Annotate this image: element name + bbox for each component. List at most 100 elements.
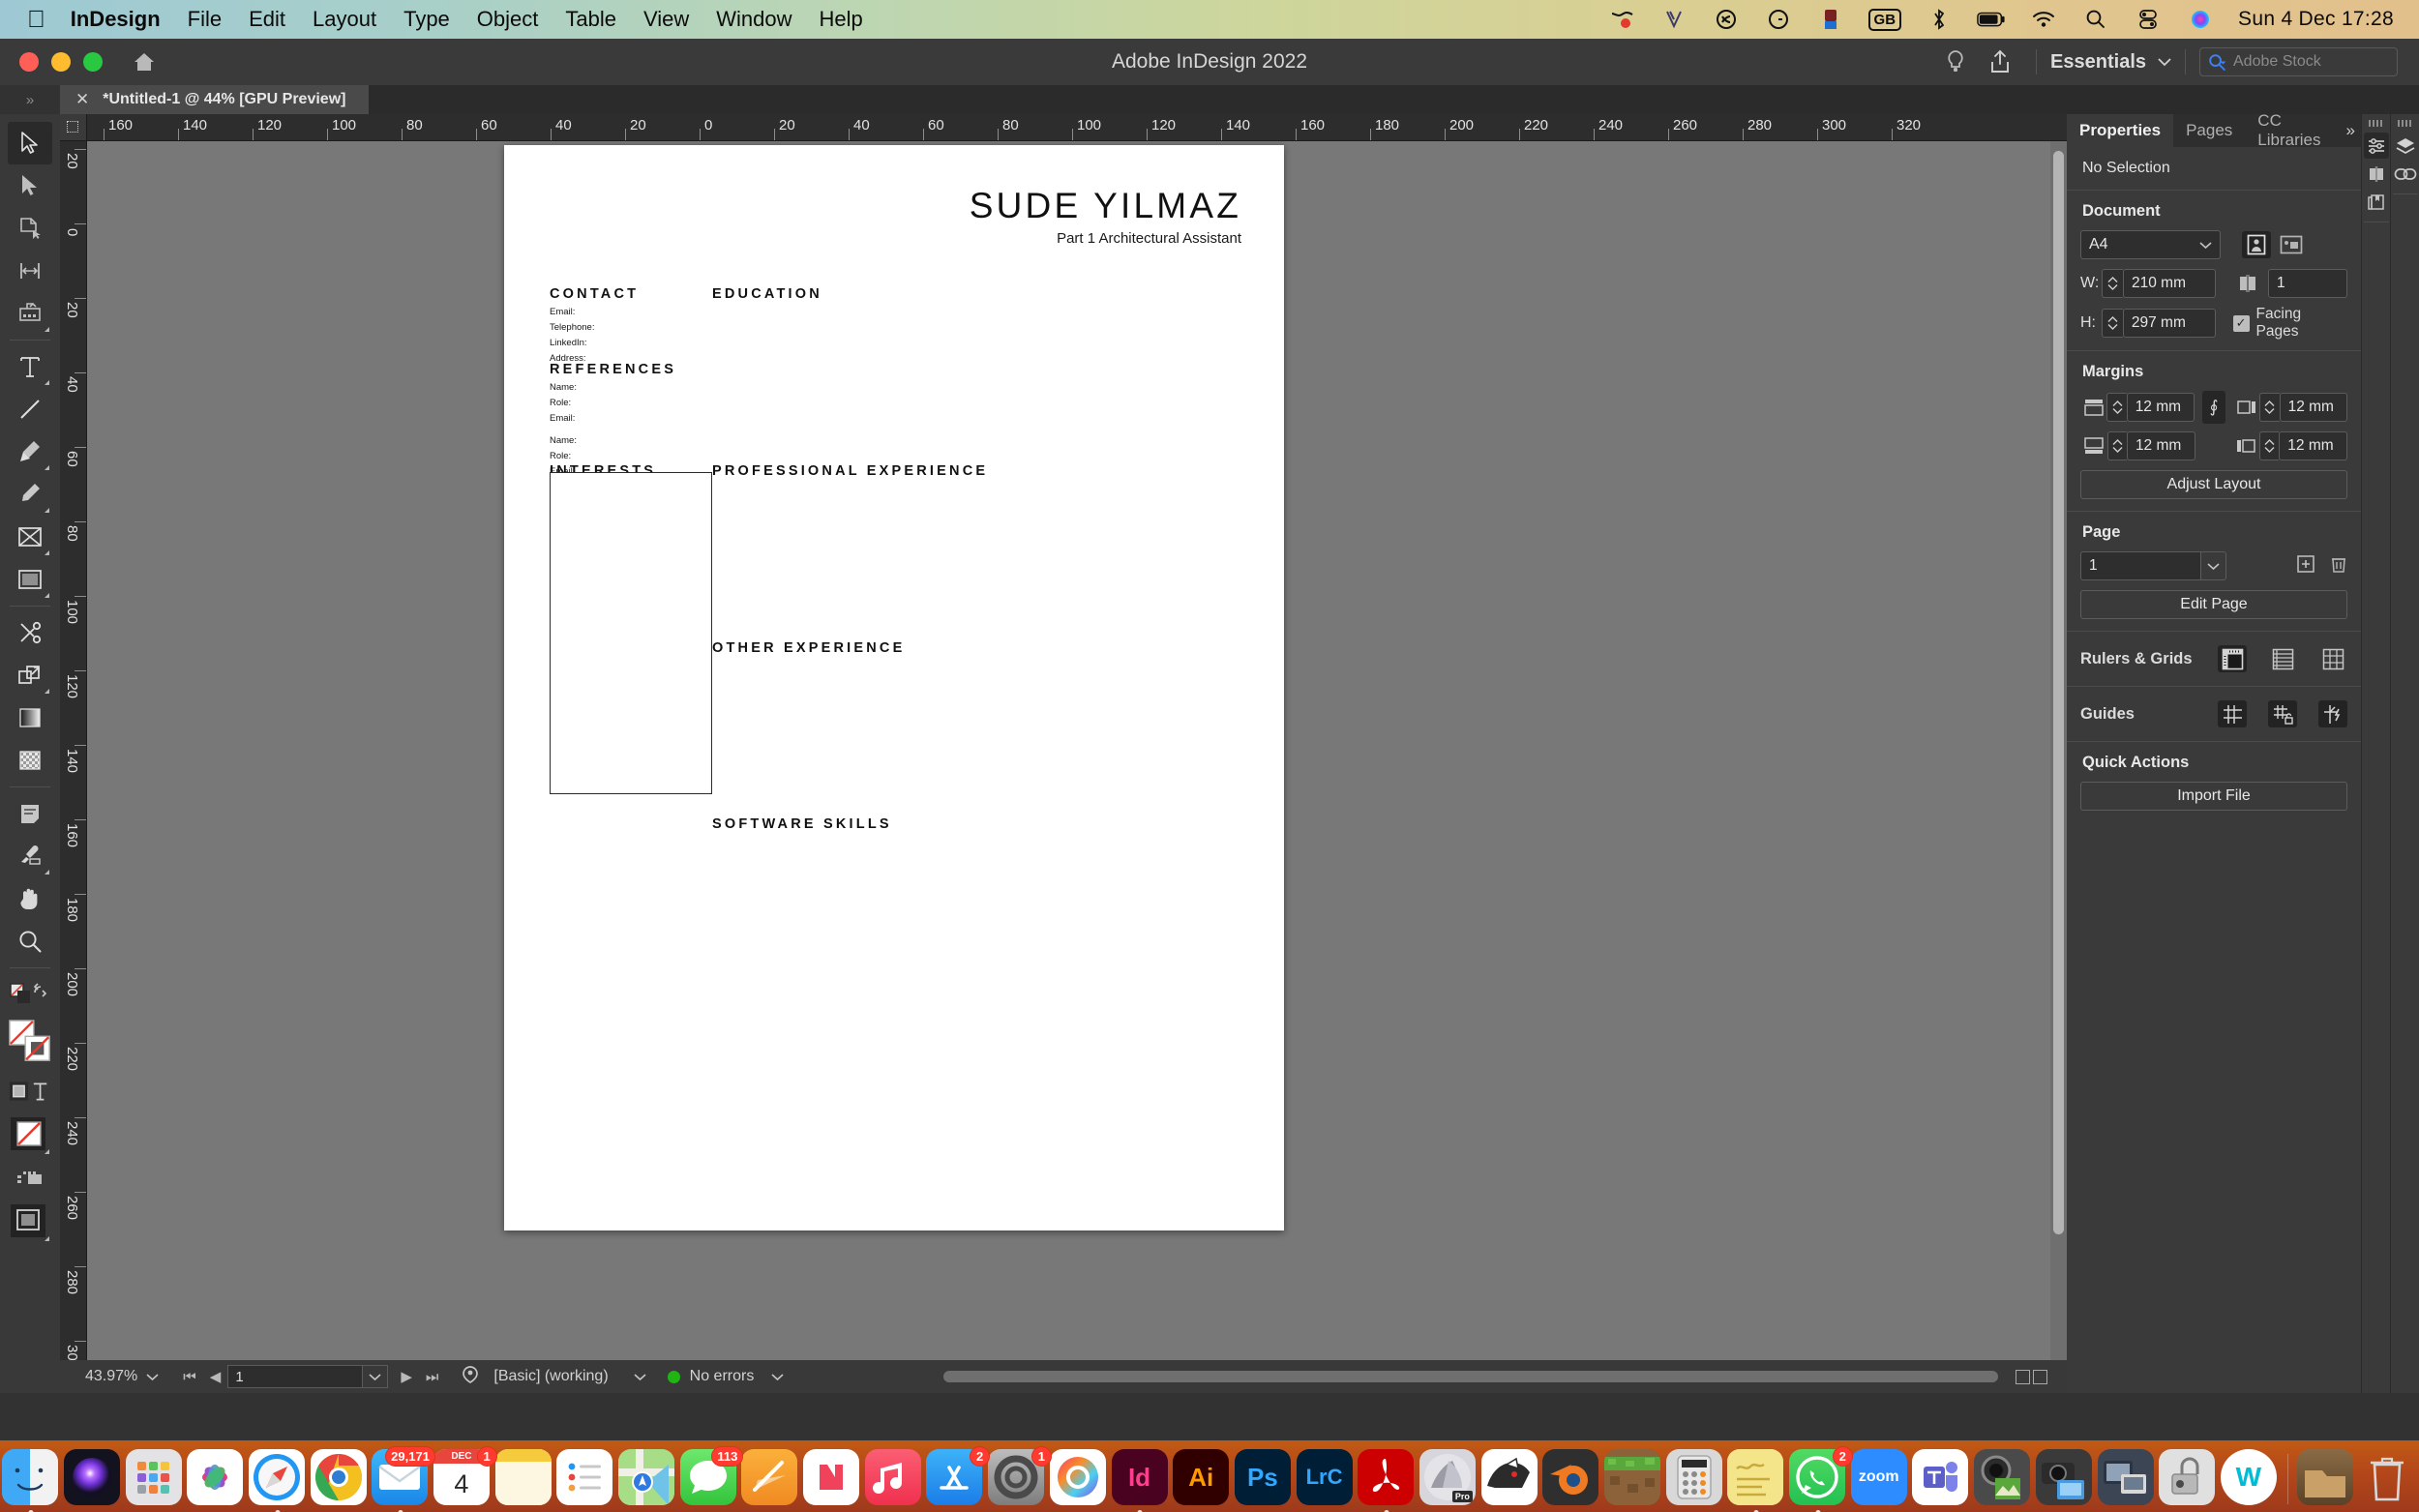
dock-item-acrobat-reader[interactable]: [1358, 1449, 1416, 1512]
links-rail-icon[interactable]: [2393, 161, 2418, 187]
margin-bottom-stepper[interactable]: [2106, 431, 2127, 460]
dock-item-reminders[interactable]: [556, 1449, 614, 1509]
layout-view-icon[interactable]: [2016, 1369, 2030, 1384]
wifi-icon[interactable]: [2029, 7, 2058, 32]
dock-item-image-capture[interactable]: [2035, 1449, 2094, 1509]
dock-item-photoshop[interactable]: Ps: [1234, 1449, 1293, 1509]
dock-item-lightroom-classic[interactable]: LrC: [1296, 1449, 1355, 1509]
close-window-button[interactable]: [19, 52, 39, 72]
show-guides-icon[interactable]: [2218, 700, 2247, 727]
dock-item-stickies[interactable]: [1727, 1449, 1785, 1512]
dock-item-app-store[interactable]: 2: [926, 1446, 991, 1509]
note-tool[interactable]: [8, 792, 52, 835]
formatting-affects-row[interactable]: [8, 1070, 52, 1112]
home-icon[interactable]: [132, 49, 157, 74]
dock-item-wondershare[interactable]: W: [2220, 1449, 2279, 1509]
landscape-orientation-icon[interactable]: [2277, 231, 2306, 258]
dock-item-safari[interactable]: [248, 1449, 307, 1512]
facing-pages-checkbox[interactable]: ✓: [2232, 314, 2250, 332]
content-collector-tool[interactable]: [8, 292, 52, 335]
trash-icon[interactable]: [2330, 554, 2347, 578]
document-page[interactable]: SUDE YILMAZ Part 1 Architectural Assista…: [504, 145, 1284, 1230]
menu-help[interactable]: Help: [820, 7, 863, 32]
document-tab[interactable]: ✕ *Untitled-1 @ 44% [GPU Preview]: [60, 85, 370, 114]
input-source-gb[interactable]: GB: [1867, 8, 1902, 31]
menu-view[interactable]: View: [643, 7, 689, 32]
menu-layout[interactable]: Layout: [313, 7, 376, 32]
selection-tool[interactable]: [8, 122, 52, 164]
line-tool[interactable]: [8, 388, 52, 430]
dock-item-finder[interactable]: [2, 1449, 60, 1512]
scrollbar-thumb[interactable]: [2053, 151, 2064, 1234]
apply-none-icon[interactable]: [8, 1112, 52, 1157]
backup-icon[interactable]: [1816, 7, 1845, 32]
dock-item-freeform[interactable]: [741, 1449, 799, 1509]
tab-pages[interactable]: Pages: [2173, 114, 2245, 147]
page-select-input[interactable]: 1: [2080, 551, 2201, 580]
portrait-orientation-icon[interactable]: [2242, 231, 2271, 258]
normal-view-icon[interactable]: [8, 1157, 52, 1200]
last-page-icon[interactable]: ⏭: [419, 1369, 446, 1385]
dock-item-mail[interactable]: 29,171: [372, 1446, 435, 1512]
gradient-feather-tool[interactable]: [8, 739, 52, 782]
dock-item-google-chrome[interactable]: [310, 1449, 369, 1509]
margin-bottom-input[interactable]: 12 mm: [2126, 431, 2195, 460]
menu-object[interactable]: Object: [477, 7, 539, 32]
tab-properties[interactable]: Properties: [2067, 114, 2174, 147]
show-rulers-icon[interactable]: [2218, 645, 2247, 672]
screen-mode-icon[interactable]: [8, 1200, 52, 1244]
pasteboard[interactable]: SUDE YILMAZ Part 1 Architectural Assista…: [87, 141, 2067, 1360]
dock-item-system-settings[interactable]: 1: [988, 1446, 1052, 1509]
close-icon[interactable]: ✕: [75, 90, 89, 109]
menu-table[interactable]: Table: [565, 7, 616, 32]
eyedropper-tool[interactable]: [8, 835, 52, 877]
dock-item-indesign[interactable]: Id: [1111, 1449, 1170, 1512]
grammarly-g-icon[interactable]: [1764, 7, 1793, 32]
dock-item-zoom[interactable]: zoom: [1850, 1449, 1909, 1509]
direct-selection-tool[interactable]: [8, 164, 52, 207]
dock-item-rhino[interactable]: [1480, 1449, 1539, 1509]
pen-tool[interactable]: [8, 430, 52, 473]
hand-tool[interactable]: [8, 877, 52, 920]
dock-item-disk-utility[interactable]: [2159, 1449, 2217, 1509]
apple-logo-icon[interactable]: : [27, 7, 45, 32]
swap-fill-stroke-icon[interactable]: [8, 973, 52, 1016]
dock-item-photos[interactable]: [187, 1449, 245, 1509]
dock-item-affinity-photo[interactable]: Pro: [1419, 1449, 1478, 1509]
maximize-window-button[interactable]: [83, 52, 103, 72]
page-select-dropdown[interactable]: [2201, 551, 2226, 580]
rectangle-tool[interactable]: [8, 558, 52, 601]
grammarly-icon[interactable]: [1659, 7, 1688, 32]
adobe-stock-search[interactable]: Adobe Stock: [2199, 47, 2398, 76]
dock-item-minecraft[interactable]: [1604, 1449, 1662, 1509]
shazam-icon[interactable]: [1712, 7, 1741, 32]
margin-left-stepper[interactable]: [2259, 393, 2280, 422]
width-input[interactable]: 210 mm: [2123, 269, 2216, 298]
dock-item-screen-sharing[interactable]: [2097, 1449, 2156, 1509]
dock-item-calculator[interactable]: [1665, 1449, 1724, 1509]
margin-left-input[interactable]: 12 mm: [2279, 393, 2348, 422]
menu-bar-clock[interactable]: Sun 4 Dec 17:28: [2238, 8, 2394, 31]
menu-file[interactable]: File: [188, 7, 222, 32]
cc-libraries-rail-icon[interactable]: [2364, 189, 2389, 215]
height-input[interactable]: 297 mm: [2122, 309, 2216, 338]
menu-edit[interactable]: Edit: [249, 7, 285, 32]
scissors-tool[interactable]: [8, 611, 52, 654]
image-placeholder-frame[interactable]: [550, 472, 712, 794]
margin-right-stepper[interactable]: [2258, 431, 2280, 460]
horizontal-ruler[interactable]: 160 140 120 100 80 60 40 20 0 20 40 60 8…: [60, 114, 2067, 141]
first-page-icon[interactable]: ⏮: [176, 1369, 203, 1385]
next-page-icon[interactable]: ▶: [394, 1368, 419, 1385]
dock-item-news[interactable]: [803, 1449, 861, 1509]
dock-item-microsoft-teams[interactable]: [1912, 1449, 1970, 1509]
page-size-select[interactable]: A4: [2080, 230, 2221, 259]
share-icon[interactable]: [1978, 45, 2022, 78]
frame-tool[interactable]: [8, 516, 52, 558]
link-margins-icon[interactable]: ∮: [2202, 391, 2225, 424]
minimize-window-button[interactable]: [51, 52, 71, 72]
menu-app-name[interactable]: InDesign: [71, 7, 161, 32]
dock-item-siri[interactable]: [63, 1449, 122, 1509]
dock-item-downloads-stack[interactable]: [2297, 1449, 2355, 1509]
tool-panel-collapse-handle[interactable]: »: [0, 85, 60, 114]
pages-count-input[interactable]: 1: [2268, 269, 2347, 298]
